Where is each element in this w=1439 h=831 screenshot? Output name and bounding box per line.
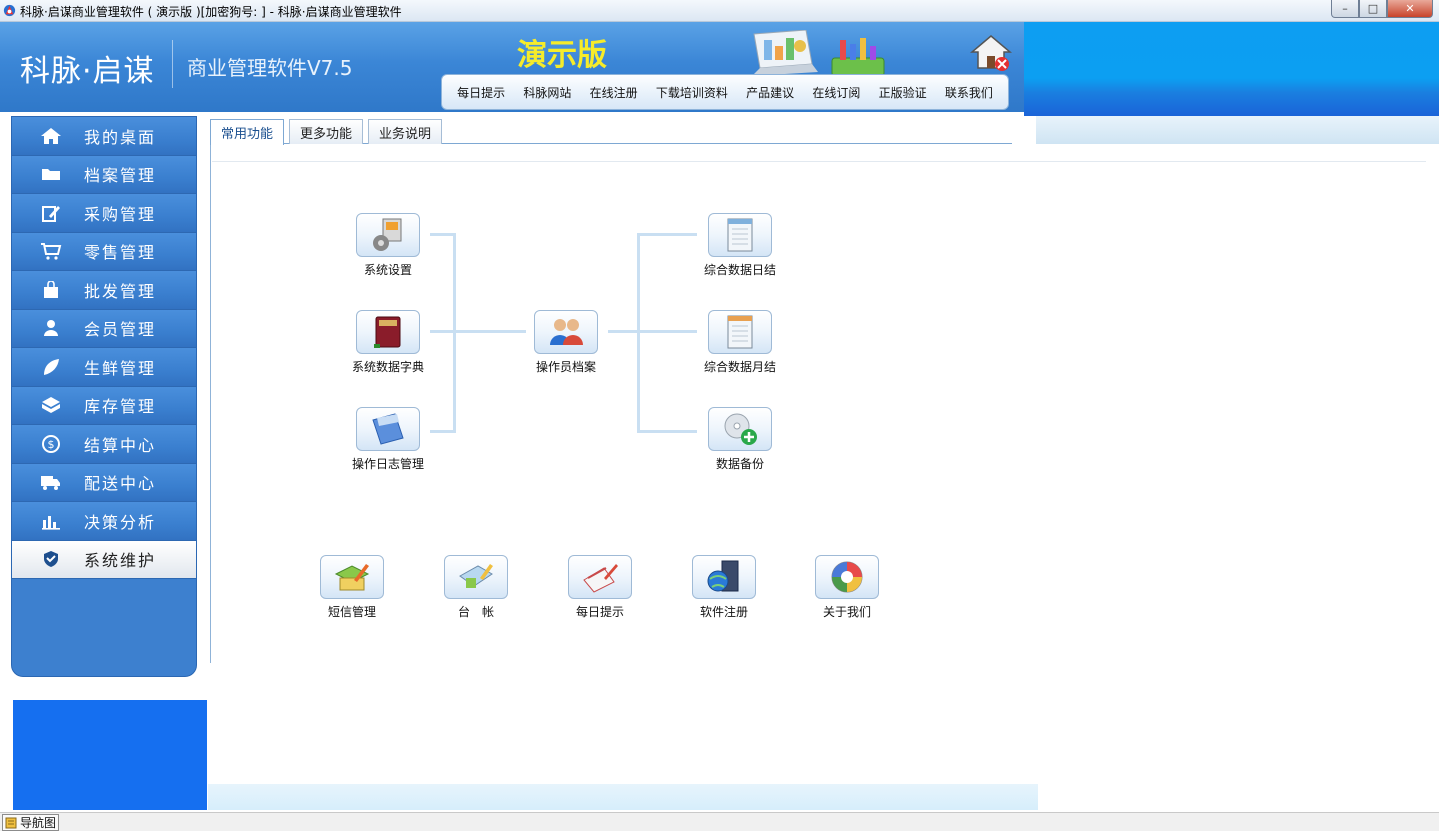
nav-website[interactable]: 科脉网站 bbox=[523, 84, 571, 101]
window-controls: – □ ✕ bbox=[1331, 0, 1433, 18]
leaf-icon bbox=[38, 357, 64, 377]
nav-daily-tips[interactable]: 每日提示 bbox=[457, 84, 505, 101]
sidebar-item-archive[interactable]: 档案管理 bbox=[12, 155, 196, 194]
brand-subtitle: 商业管理软件V7.5 bbox=[187, 56, 353, 80]
minimize-button[interactable]: – bbox=[1331, 0, 1359, 18]
window-title: 科脉·启谋商业管理软件 ( 演示版 )[加密狗号: ] - 科脉·启谋商业管理软… bbox=[20, 5, 402, 19]
operation-log-button[interactable]: 操作日志管理 bbox=[343, 407, 433, 472]
home-icon bbox=[38, 126, 64, 146]
connector bbox=[637, 330, 697, 333]
cart-icon bbox=[38, 241, 64, 261]
laptop-chart-icon bbox=[752, 30, 818, 76]
users-icon bbox=[550, 319, 583, 345]
sidebar-info-panel bbox=[13, 700, 207, 810]
chart-icon bbox=[38, 511, 64, 531]
connector bbox=[637, 430, 697, 433]
daily-tips-button[interactable]: 每日提示 bbox=[555, 555, 645, 620]
connector bbox=[608, 330, 638, 333]
tab-common-functions[interactable]: 常用功能 bbox=[210, 119, 285, 145]
folder-icon bbox=[38, 164, 64, 184]
nav-product-suggestion[interactable]: 产品建议 bbox=[746, 84, 794, 101]
user-icon bbox=[38, 318, 64, 338]
bag-icon bbox=[38, 280, 64, 300]
nav-download-training[interactable]: 下载培训资料 bbox=[656, 84, 728, 101]
nav-online-subscribe[interactable]: 在线订阅 bbox=[812, 84, 860, 101]
sidebar-item-maintenance[interactable]: 系统维护 bbox=[12, 540, 196, 579]
connector bbox=[430, 330, 454, 333]
sidebar-item-settlement[interactable]: $ 结算中心 bbox=[12, 425, 196, 464]
notebook-pen-icon bbox=[583, 564, 618, 593]
sidebar-item-analysis[interactable]: 决策分析 bbox=[12, 502, 196, 541]
connector bbox=[453, 330, 526, 333]
ledger-button[interactable]: 台 帐 bbox=[431, 555, 521, 620]
data-dictionary-button[interactable]: 系统数据字典 bbox=[343, 310, 433, 375]
tab-more-functions[interactable]: 更多功能 bbox=[289, 119, 364, 144]
shield-icon bbox=[38, 549, 64, 569]
document-icon bbox=[727, 315, 753, 349]
monthly-summary-button[interactable]: 综合数据月结 bbox=[695, 310, 785, 375]
header-right-banner bbox=[1024, 22, 1439, 144]
content-divider bbox=[212, 161, 1426, 162]
sidebar-item-desktop[interactable]: 我的桌面 bbox=[12, 117, 196, 156]
header-right-strip bbox=[1036, 116, 1439, 144]
box-icon bbox=[38, 395, 64, 415]
window-titlebar: 科脉·启谋商业管理软件 ( 演示版 )[加密狗号: ] - 科脉·启谋商业管理软… bbox=[0, 0, 1439, 22]
sms-edit-icon bbox=[334, 564, 370, 591]
sidebar-item-inventory[interactable]: 库存管理 bbox=[12, 386, 196, 425]
top-navigation: 每日提示 科脉网站 在线注册 下载培训资料 产品建议 在线订阅 正版验证 联系我… bbox=[441, 74, 1009, 110]
brand-divider bbox=[172, 40, 173, 88]
sms-management-button[interactable]: 短信管理 bbox=[307, 555, 397, 620]
demo-label: 演示版 bbox=[517, 38, 607, 73]
nav-genuine-verify[interactable]: 正版验证 bbox=[879, 84, 927, 101]
system-settings-button[interactable]: 系统设置 bbox=[343, 213, 433, 278]
sidebar-item-wholesale[interactable]: 批发管理 bbox=[12, 271, 196, 310]
tab-business-description[interactable]: 业务说明 bbox=[368, 119, 443, 144]
colorful-circle-icon bbox=[831, 561, 863, 593]
content-left-border bbox=[210, 145, 211, 663]
about-us-button[interactable]: 关于我们 bbox=[802, 555, 892, 620]
app-logo-icon bbox=[3, 4, 16, 17]
navigation-map-icon bbox=[5, 817, 17, 828]
book-icon bbox=[374, 316, 401, 348]
close-button[interactable]: ✕ bbox=[1387, 0, 1433, 18]
sidebar-item-purchase[interactable]: 采购管理 bbox=[12, 194, 196, 233]
software-register-button[interactable]: 软件注册 bbox=[679, 555, 769, 620]
dollar-icon: $ bbox=[38, 434, 64, 454]
sidebar-item-member[interactable]: 会员管理 bbox=[12, 309, 196, 348]
document-icon bbox=[727, 218, 753, 252]
status-bar: 导航图 bbox=[0, 812, 1439, 831]
connector bbox=[637, 233, 640, 433]
content-bottom-band bbox=[208, 784, 1038, 810]
disc-add-icon bbox=[724, 413, 757, 445]
ledger-icon bbox=[459, 564, 493, 588]
connector bbox=[637, 233, 697, 236]
navigation-map-tab[interactable]: 导航图 bbox=[2, 814, 60, 831]
sidebar-item-retail[interactable]: 零售管理 bbox=[12, 232, 196, 271]
truck-icon bbox=[38, 472, 64, 492]
sidebar-item-fresh[interactable]: 生鲜管理 bbox=[12, 348, 196, 387]
operator-profile-button[interactable]: 操作员档案 bbox=[521, 310, 611, 375]
connector bbox=[430, 430, 454, 433]
function-tabs: 常用功能 更多功能 业务说明 bbox=[210, 119, 1012, 145]
daily-summary-button[interactable]: 综合数据日结 bbox=[695, 213, 785, 278]
sidebar-menu: 我的桌面 档案管理 采购管理 零售管理 批发管理 会员管理 生鲜管理 库存管理 … bbox=[11, 116, 197, 677]
nav-contact-us[interactable]: 联系我们 bbox=[945, 84, 993, 101]
edit-icon bbox=[38, 203, 64, 223]
maximize-button[interactable]: □ bbox=[1359, 0, 1387, 18]
folder-document-icon bbox=[372, 413, 404, 445]
globe-server-icon bbox=[707, 560, 739, 592]
sidebar-item-distribution[interactable]: 配送中心 bbox=[12, 463, 196, 502]
app-header: 科脉·启谋 商业管理软件V7.5 演示版 每日提示 科脉网站 在线注册 下载培训… bbox=[0, 22, 1024, 112]
connector bbox=[453, 233, 456, 433]
connector bbox=[430, 233, 454, 236]
data-backup-button[interactable]: 数据备份 bbox=[695, 407, 785, 472]
svg-text:$: $ bbox=[48, 438, 55, 451]
brand-name: 科脉·启谋 bbox=[20, 54, 155, 89]
computer-gear-icon bbox=[373, 218, 402, 251]
nav-online-register[interactable]: 在线注册 bbox=[590, 84, 638, 101]
home-exit-icon[interactable] bbox=[970, 32, 1012, 72]
